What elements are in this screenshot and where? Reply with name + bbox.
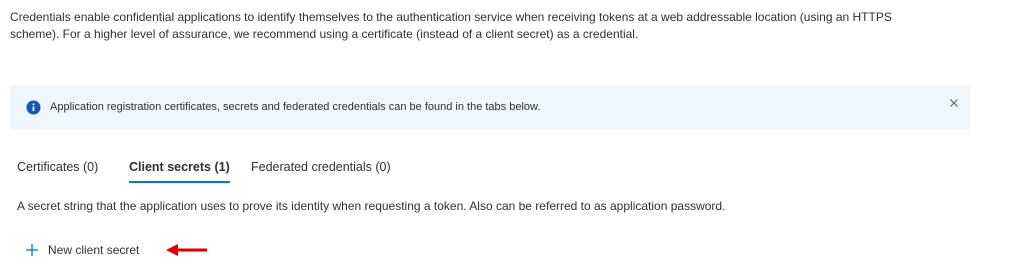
red-arrow-icon: [166, 244, 207, 256]
new-client-secret-label: New client secret: [48, 243, 140, 257]
info-icon: [26, 100, 41, 115]
plus-icon: [26, 244, 38, 256]
tab-certificates[interactable]: Certificates (0): [17, 158, 98, 176]
tab-federated-credentials[interactable]: Federated credentials (0): [251, 158, 391, 176]
credentials-intro-text: Credentials enable confidential applicat…: [10, 10, 892, 41]
info-message-text: Application registration certificates, s…: [50, 101, 541, 113]
credentials-page: Credentials enable confidential applicat…: [0, 0, 1024, 270]
dismiss-info-button[interactable]: [944, 93, 964, 113]
close-icon: [950, 99, 958, 107]
tab-client-secrets-label: Client secrets (1): [129, 160, 230, 174]
client-secrets-description: A secret string that the application use…: [17, 199, 726, 213]
active-tab-indicator: [129, 181, 230, 183]
new-client-secret-button[interactable]: New client secret: [25, 241, 139, 259]
info-message-bar: Application registration certificates, s…: [10, 85, 970, 130]
tab-client-secrets[interactable]: Client secrets (1): [129, 158, 230, 183]
